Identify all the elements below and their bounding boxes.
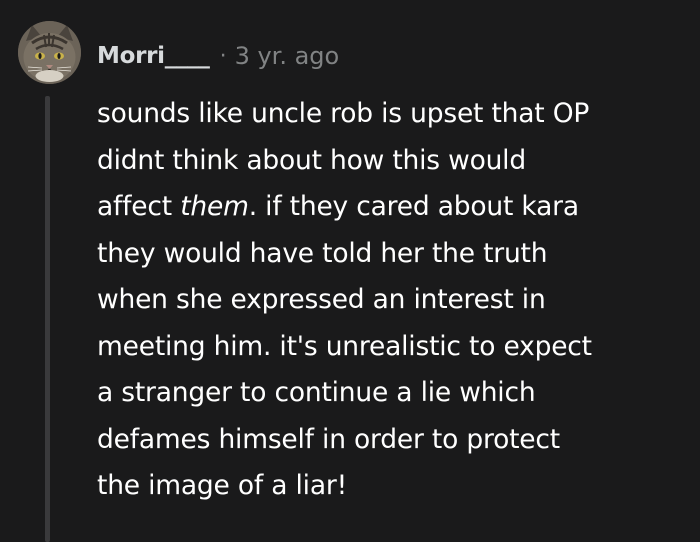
comment-meta: Morri____ · 3 yr. ago [97, 36, 339, 76]
meta-separator: · [219, 43, 227, 69]
comment-line: meeting him. it's unrealistic to expect [97, 324, 687, 371]
comment-body: sounds like uncle rob is upset that OP d… [97, 91, 687, 510]
comment-line: when she expressed an interest in [97, 277, 687, 324]
comment-line-text: the image of a liar! [97, 470, 347, 501]
comment-line-text: defames himself in order to protect [97, 423, 560, 455]
comment-line: didnt think about how this would [97, 138, 687, 185]
comment-line-text: sounds like uncle rob is upset that OP [97, 98, 590, 129]
comment: Morri____ · 3 yr. ago sounds like uncle … [0, 0, 700, 542]
comment-line: they would have told her the truth [97, 231, 687, 278]
user-avatar[interactable] [18, 21, 81, 84]
comment-line-text: didnt think about how this would [97, 144, 526, 176]
cat-avatar-icon [18, 21, 81, 84]
comment-line-text: when she expressed an interest in [97, 284, 546, 315]
comment-line: defames himself in order to protect [97, 417, 687, 464]
comment-line: affect them. if they cared about kara [97, 184, 687, 231]
comment-line-text: . if they cared about kara [248, 191, 579, 222]
comment-timestamp[interactable]: 3 yr. ago [235, 42, 340, 70]
author-username[interactable]: Morri____ [97, 43, 210, 69]
comment-line-text: a stranger to continue a lie which [97, 377, 536, 408]
comment-line-text: meeting him. it's unrealistic to expect [97, 330, 592, 362]
emphasized-text: them [180, 191, 249, 222]
comment-line-text: affect [97, 191, 181, 222]
comment-line: a stranger to continue a lie which [97, 370, 687, 417]
comment-line: sounds like uncle rob is upset that OP [97, 91, 687, 138]
thread-collapse-line[interactable] [45, 96, 50, 542]
comment-line-text: they would have told her the truth [97, 237, 548, 269]
comment-line: the image of a liar! [97, 463, 687, 510]
